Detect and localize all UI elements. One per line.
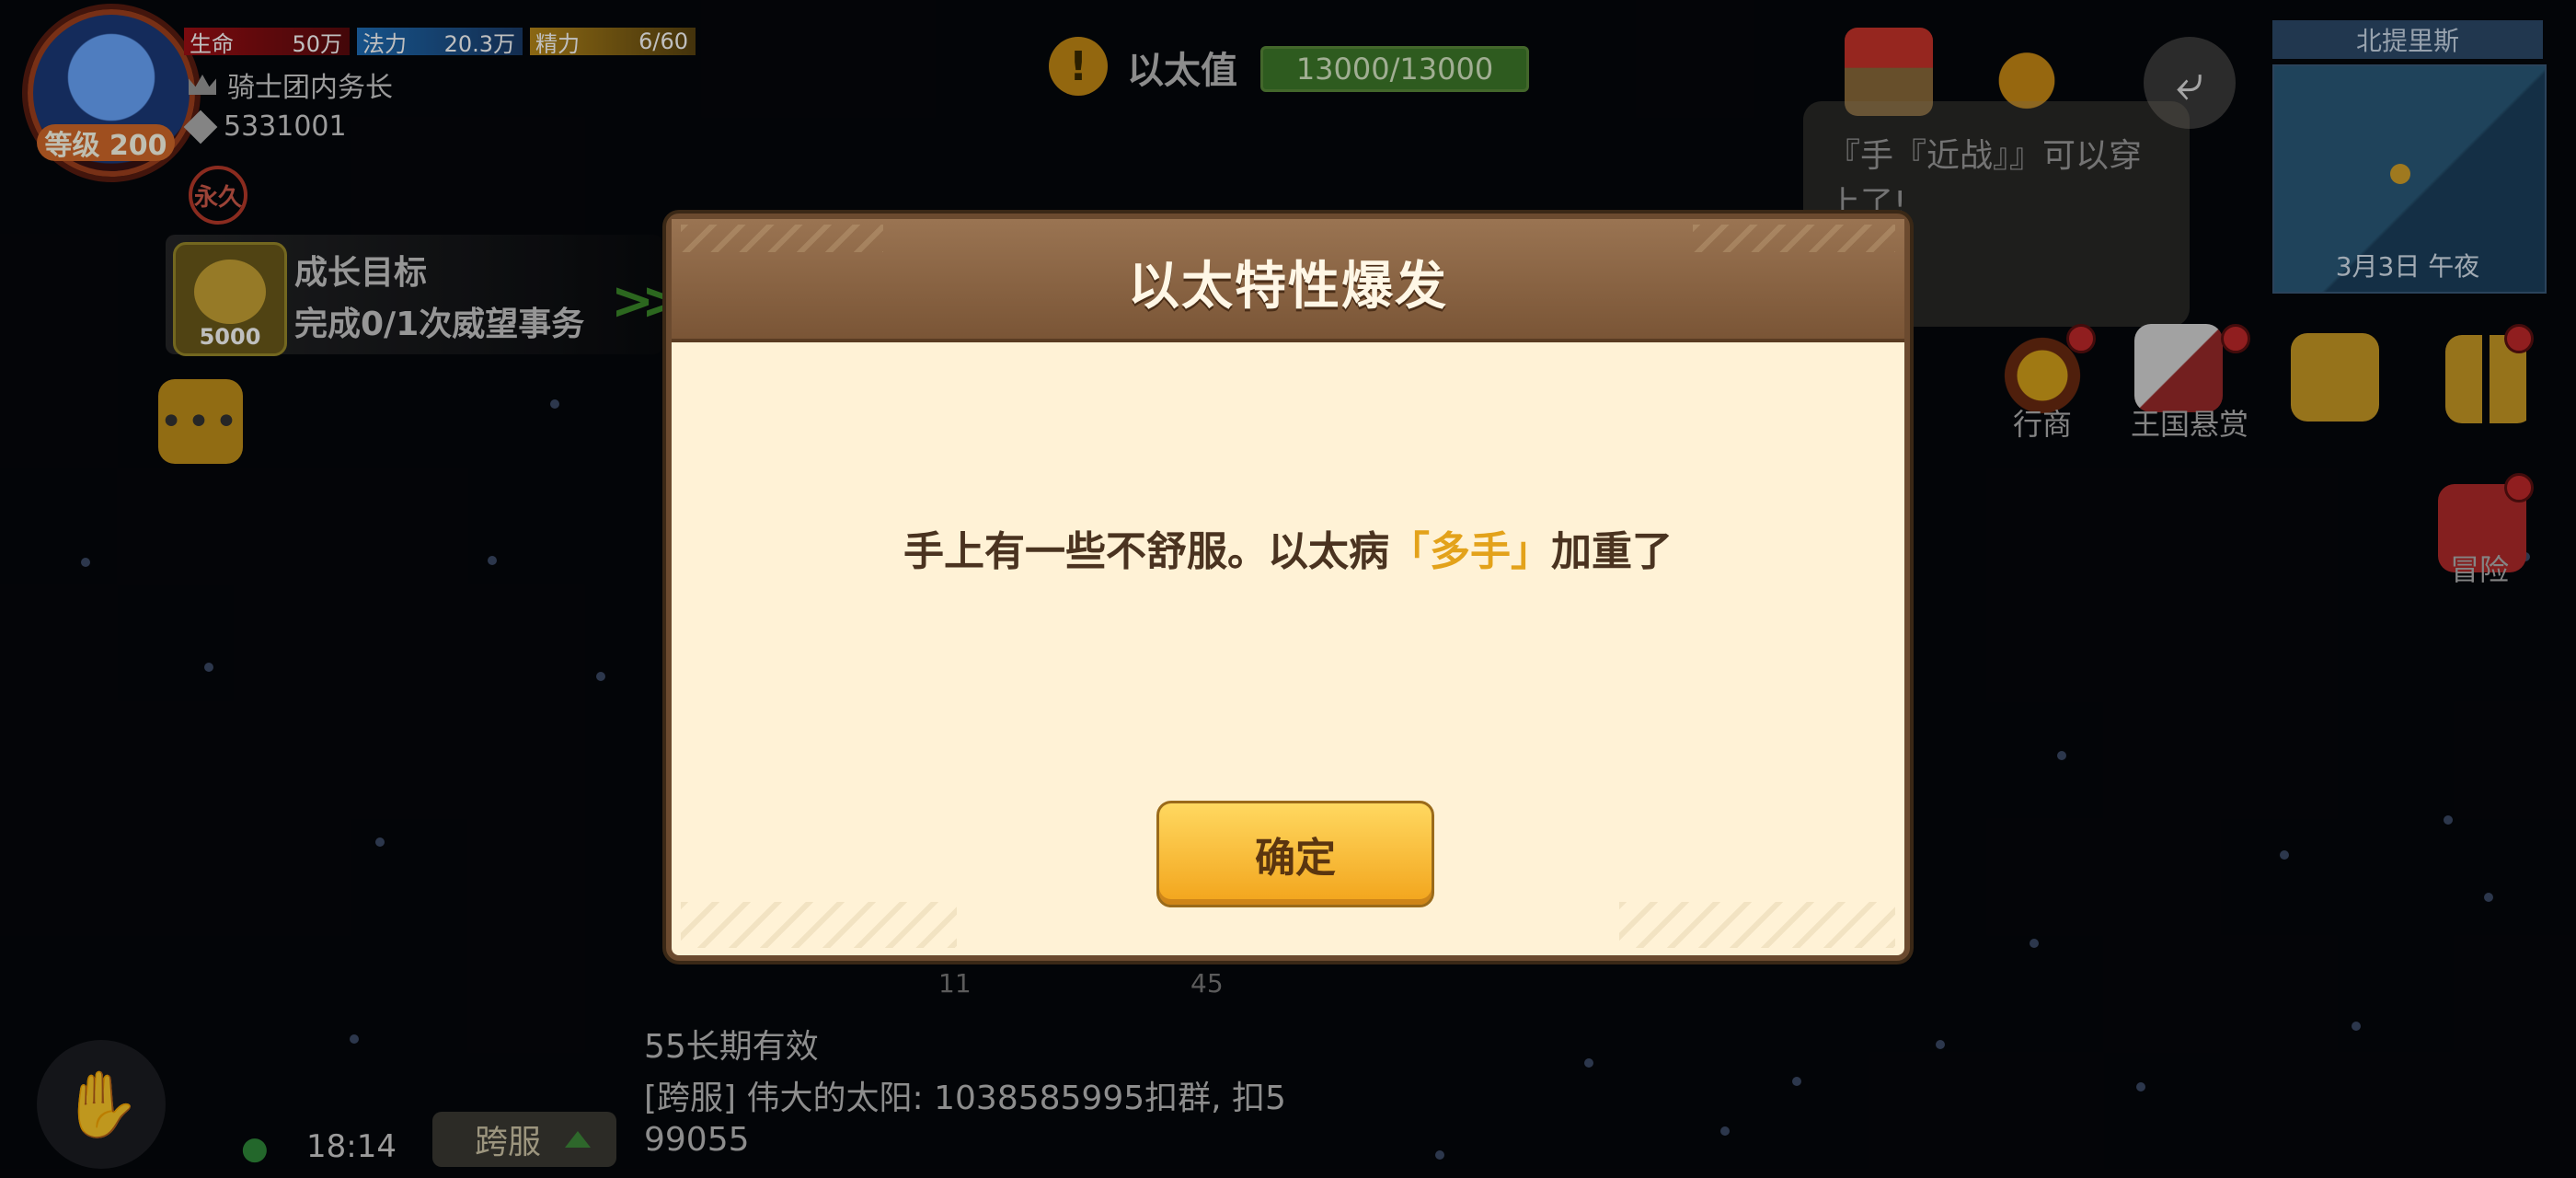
message-highlight: 「多手」 — [1389, 528, 1551, 575]
message-prefix: 手上有一些不舒服。以太病 — [903, 528, 1389, 575]
ether-trait-dialog: 以太特性爆发 手上有一些不舒服。以太病「多手」加重了 确定 — [666, 214, 1910, 961]
dialog-header: 以太特性爆发 — [672, 219, 1904, 342]
message-suffix: 加重了 — [1551, 528, 1673, 575]
dialog-title: 以太特性爆发 — [1128, 257, 1448, 317]
footer-decoration — [681, 902, 957, 948]
footer-decoration — [1619, 902, 1895, 948]
confirm-button[interactable]: 确定 — [1156, 801, 1434, 907]
dialog-message: 手上有一些不舒服。以太病「多手」加重了 — [672, 518, 1904, 577]
